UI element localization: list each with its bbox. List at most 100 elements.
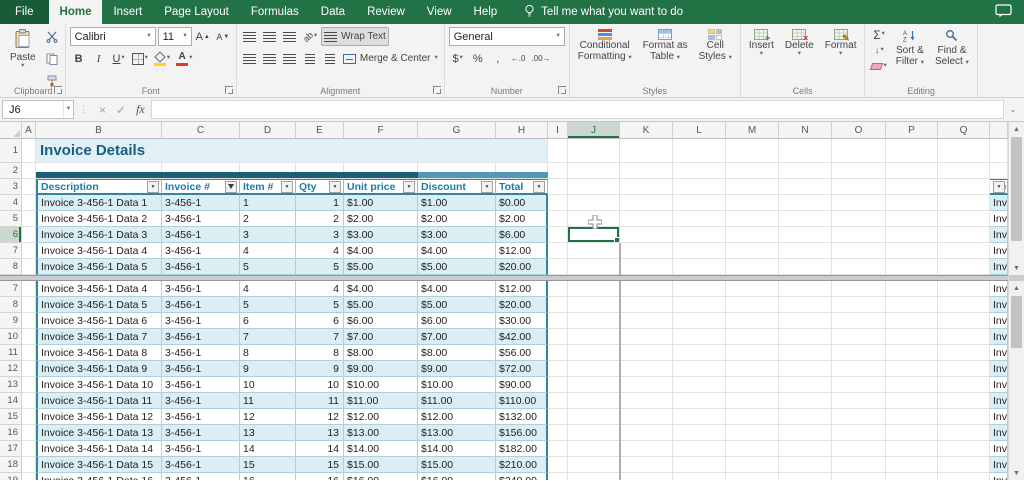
table-cell-F12[interactable]: $9.00 xyxy=(344,361,418,377)
vertical-scrollbar[interactable]: ▲ ▼ ▲ ▼ xyxy=(1008,122,1024,480)
cell-N11[interactable] xyxy=(779,345,832,361)
column-header-O[interactable]: O xyxy=(832,122,886,139)
table-cell-B19[interactable]: Invoice 3-456-1 Data 16 xyxy=(36,473,162,480)
cell-N3[interactable] xyxy=(779,179,832,195)
cell-I3[interactable] xyxy=(548,179,568,195)
table-cell-12[interactable]: Invoice 3-456-1 Data 9 xyxy=(990,361,1008,377)
cell-M7[interactable] xyxy=(726,281,779,297)
cell-Q2[interactable] xyxy=(938,163,990,179)
cell-H3[interactable]: Total ▼ xyxy=(496,179,548,195)
scroll-up-arrow-top-pane[interactable]: ▲ xyxy=(1009,122,1024,136)
cell-I5[interactable] xyxy=(548,211,568,227)
cell-N7[interactable] xyxy=(779,281,832,297)
cell-K8[interactable] xyxy=(620,259,673,275)
table-cell-H7[interactable]: $12.00 xyxy=(496,243,548,259)
table-cell-E17[interactable]: 14 xyxy=(296,441,344,457)
cell-I17[interactable] xyxy=(548,441,568,457)
table-cell-F10[interactable]: $7.00 xyxy=(344,329,418,345)
table-cell-C19[interactable]: 3-456-1 xyxy=(162,473,240,480)
table-cell-7[interactable]: Invoice 3-456-1 Data 4 xyxy=(990,243,1008,259)
cell-J13[interactable] xyxy=(568,377,620,393)
autosum-button[interactable]: Σ ▾ xyxy=(869,27,888,42)
cell-M10[interactable] xyxy=(726,329,779,345)
cell-Q7[interactable] xyxy=(938,243,990,259)
cell-Q9[interactable] xyxy=(938,313,990,329)
table-cell-D18[interactable]: 15 xyxy=(240,457,296,473)
cell-I9[interactable] xyxy=(548,313,568,329)
table-cell-B15[interactable]: Invoice 3-456-1 Data 12 xyxy=(36,409,162,425)
table-cell-B4[interactable]: Invoice 3-456-1 Data 1 xyxy=(36,195,162,211)
cell-Q10[interactable] xyxy=(938,329,990,345)
filter-button-description[interactable]: ▼ xyxy=(147,180,159,193)
cell-M12[interactable] xyxy=(726,361,779,377)
table-cell-E8[interactable]: 5 xyxy=(296,297,344,313)
cell-L3[interactable] xyxy=(673,179,726,195)
cell-K1[interactable] xyxy=(620,139,673,163)
table-cell-6[interactable]: Invoice 3-456-1 Data 3 xyxy=(990,227,1008,243)
table-cell-E5[interactable]: 2 xyxy=(296,211,344,227)
row-header-6[interactable]: 6 xyxy=(0,227,22,243)
cell-M15[interactable] xyxy=(726,409,779,425)
table-cell-B5[interactable]: Invoice 3-456-1 Data 2 xyxy=(36,211,162,227)
table-cell-19[interactable]: Invoice 3-456-1 Data 16 xyxy=(990,473,1008,480)
cell-M17[interactable] xyxy=(726,441,779,457)
table-cell-F16[interactable]: $13.00 xyxy=(344,425,418,441)
table-cell-G17[interactable]: $14.00 xyxy=(418,441,496,457)
table-cell-8[interactable]: Invoice 3-456-1 Data 5 xyxy=(990,297,1008,313)
cell-K19[interactable] xyxy=(620,473,673,480)
cell-P1[interactable] xyxy=(886,139,938,163)
cell-P18[interactable] xyxy=(886,457,938,473)
font-dialog-launcher[interactable] xyxy=(224,86,233,94)
cell-R1[interactable] xyxy=(990,139,1008,163)
cell-Q8[interactable] xyxy=(938,297,990,313)
row-header-10[interactable]: 10 xyxy=(0,329,22,345)
cell-Q18[interactable] xyxy=(938,457,990,473)
cell-K8[interactable] xyxy=(620,297,673,313)
cell-A14[interactable] xyxy=(22,393,36,409)
table-cell-D6[interactable]: 3 xyxy=(240,227,296,243)
cell-L14[interactable] xyxy=(673,393,726,409)
cell-I19[interactable] xyxy=(548,473,568,480)
filter-button-qty[interactable]: ▼ xyxy=(329,180,341,193)
table-cell-G7[interactable]: $4.00 xyxy=(418,243,496,259)
table-cell-H18[interactable]: $210.00 xyxy=(496,457,548,473)
table-cell-F19[interactable]: $16.00 xyxy=(344,473,418,480)
table-cell-C10[interactable]: 3-456-1 xyxy=(162,329,240,345)
table-cell-G13[interactable]: $10.00 xyxy=(418,377,496,393)
tell-me-box[interactable]: Tell me what you want to do xyxy=(524,0,683,24)
enter-formula-icon[interactable]: ✓ xyxy=(116,103,126,117)
cell-P15[interactable] xyxy=(886,409,938,425)
cell-N12[interactable] xyxy=(779,361,832,377)
scroll-thumb-bottom-pane[interactable] xyxy=(1011,296,1022,348)
table-cell-8[interactable]: Invoice 3-456-1 Data 5 xyxy=(990,259,1008,275)
formula-bar-drag-dots[interactable]: ⋮ xyxy=(74,104,93,115)
align-center-button[interactable] xyxy=(261,49,279,68)
cell-M6[interactable] xyxy=(726,227,779,243)
table-cell-G5[interactable]: $2.00 xyxy=(418,211,496,227)
scroll-up-arrow-bottom-pane[interactable]: ▲ xyxy=(1009,281,1024,295)
cell-A11[interactable] xyxy=(22,345,36,361)
decrease-indent-button[interactable] xyxy=(301,49,319,68)
cell-O8[interactable] xyxy=(832,297,886,313)
cell-L8[interactable] xyxy=(673,259,726,275)
cell-A2[interactable] xyxy=(22,163,36,179)
insert-cells-button[interactable]: + Insert ▾ xyxy=(745,27,778,60)
wrap-text-button[interactable]: Wrap Text xyxy=(321,27,389,46)
cell-P2[interactable] xyxy=(886,163,938,179)
table-cell-15[interactable]: Invoice 3-456-1 Data 12 xyxy=(990,409,1008,425)
column-header-P[interactable]: P xyxy=(886,122,938,139)
cell-N14[interactable] xyxy=(779,393,832,409)
table-cell-B12[interactable]: Invoice 3-456-1 Data 9 xyxy=(36,361,162,377)
table-cell-F4[interactable]: $1.00 xyxy=(344,195,418,211)
table-cell-D7[interactable]: 4 xyxy=(240,281,296,297)
cell-R3[interactable]: Description▼ xyxy=(990,179,1008,195)
cell-P6[interactable] xyxy=(886,227,938,243)
cell-J19[interactable] xyxy=(568,473,620,480)
table-cell-B10[interactable]: Invoice 3-456-1 Data 7 xyxy=(36,329,162,345)
table-cell-H9[interactable]: $30.00 xyxy=(496,313,548,329)
table-cell-B14[interactable]: Invoice 3-456-1 Data 11 xyxy=(36,393,162,409)
table-cell-F13[interactable]: $10.00 xyxy=(344,377,418,393)
cell-Q15[interactable] xyxy=(938,409,990,425)
table-cell-16[interactable]: Invoice 3-456-1 Data 13 xyxy=(990,425,1008,441)
cell-D3[interactable]: Item # ▼ xyxy=(240,179,296,195)
